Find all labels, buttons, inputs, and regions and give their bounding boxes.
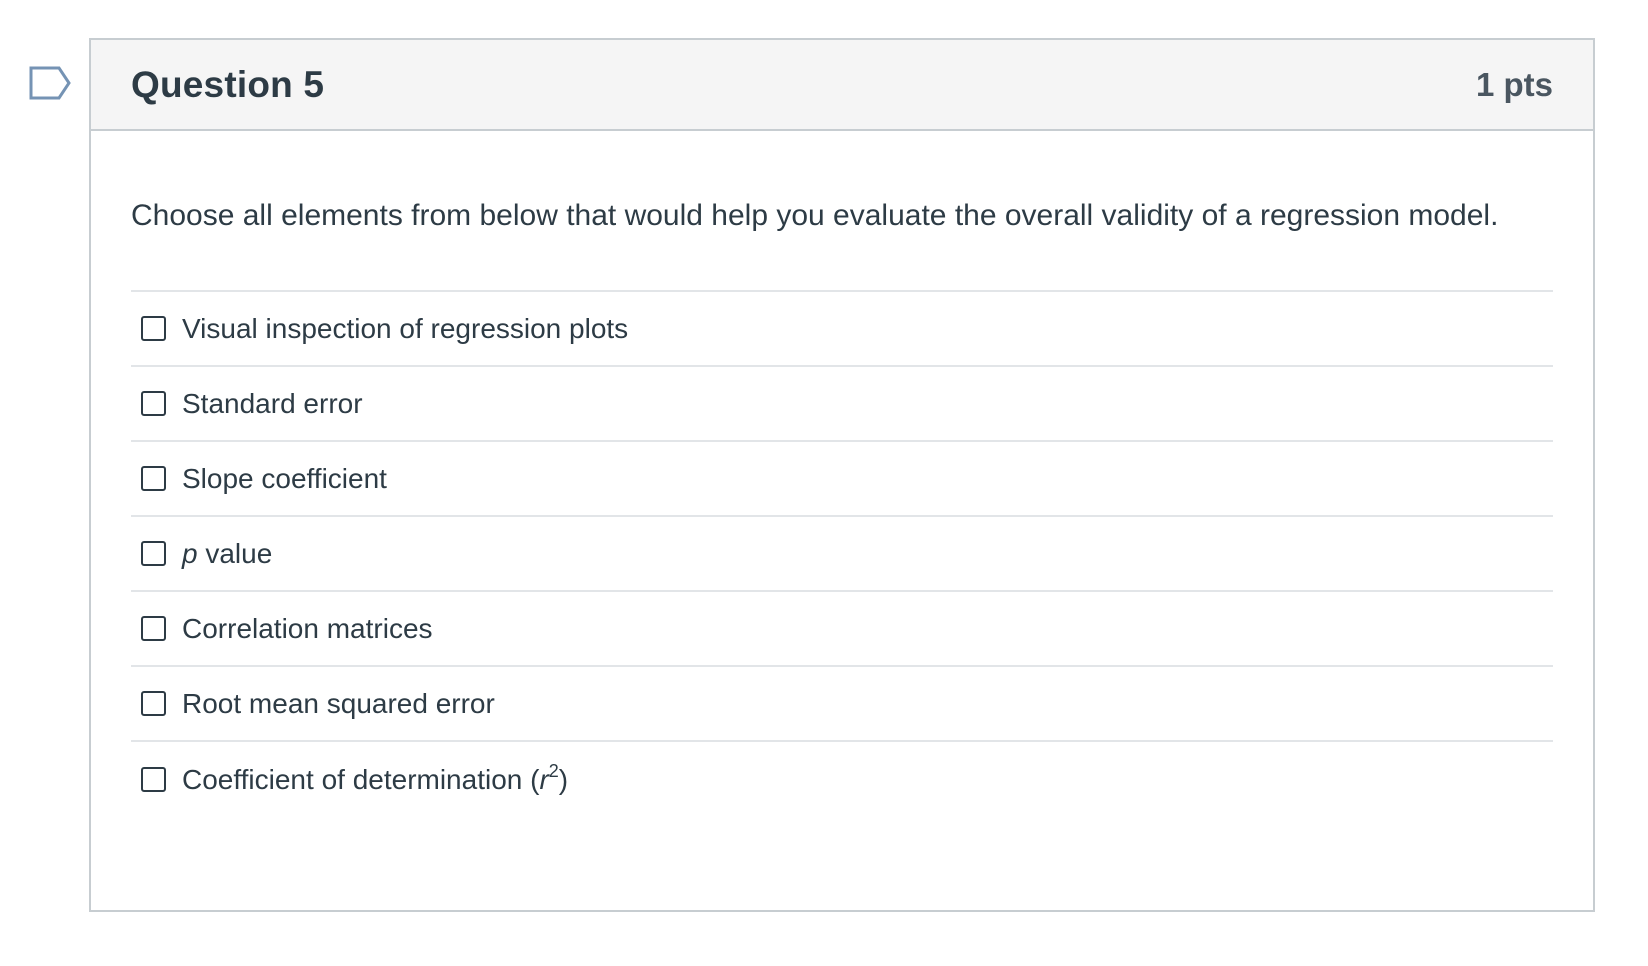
- answer-option-standard-error[interactable]: Standard error: [131, 367, 1553, 442]
- answer-label: Coefficient of determination (r2): [182, 760, 569, 796]
- answer-label: Slope coefficient: [182, 462, 387, 494]
- answer-label: Standard error: [182, 387, 363, 419]
- answer-label-rest: value: [197, 537, 273, 569]
- answer-label-superscript: 2: [548, 760, 559, 781]
- question-body: Choose all elements from below that woul…: [91, 131, 1593, 817]
- answer-label-variable: r: [539, 763, 549, 795]
- answer-option-rmse[interactable]: Root mean squared error: [131, 667, 1553, 742]
- answer-label: Visual inspection of regression plots: [182, 312, 629, 344]
- answer-checkbox[interactable]: [141, 691, 166, 716]
- answer-checkbox[interactable]: [141, 767, 166, 792]
- question-points: 1 pts: [1475, 65, 1553, 103]
- flag-question-icon[interactable]: [29, 66, 73, 100]
- answer-label: Root mean squared error: [182, 687, 495, 719]
- answer-option-coefficient-of-determination[interactable]: Coefficient of determination (r2): [131, 742, 1553, 817]
- answer-checkbox[interactable]: [141, 391, 166, 416]
- answer-option-visual-inspection[interactable]: Visual inspection of regression plots: [131, 292, 1553, 367]
- answer-option-p-value[interactable]: p value: [131, 517, 1553, 592]
- answer-checkbox[interactable]: [141, 541, 166, 566]
- answer-option-slope-coefficient[interactable]: Slope coefficient: [131, 442, 1553, 517]
- answer-checkbox[interactable]: [141, 316, 166, 341]
- answer-label-prefix: Coefficient of determination (: [182, 763, 540, 795]
- answer-checkbox[interactable]: [141, 616, 166, 641]
- question-text: Choose all elements from below that woul…: [131, 199, 1499, 232]
- question-header: Question 5 1 pts: [91, 40, 1593, 131]
- answer-label: Correlation matrices: [182, 612, 433, 644]
- answer-list: Visual inspection of regression plots St…: [131, 290, 1553, 817]
- question-title: Question 5: [131, 63, 325, 105]
- answer-label-suffix: ): [558, 763, 569, 795]
- answer-label: p value: [182, 538, 272, 570]
- answer-label-italic: p: [182, 537, 198, 569]
- answer-checkbox[interactable]: [141, 466, 166, 491]
- answer-option-correlation-matrices[interactable]: Correlation matrices: [131, 592, 1553, 667]
- question-card: Question 5 1 pts Choose all elements fro…: [89, 38, 1595, 912]
